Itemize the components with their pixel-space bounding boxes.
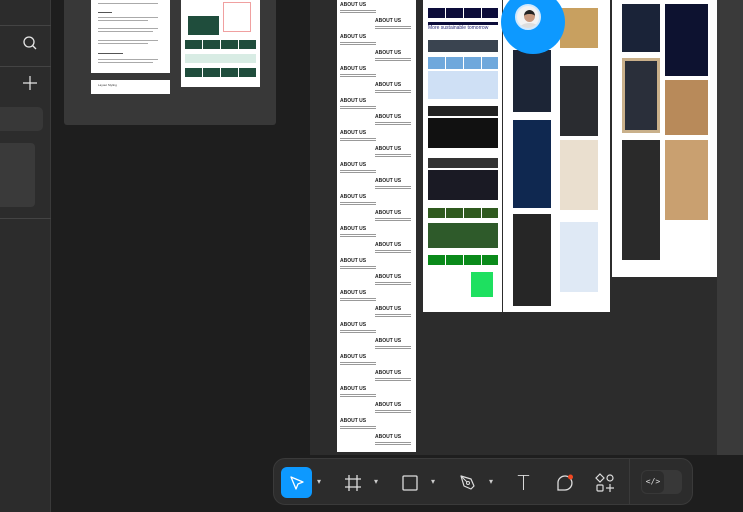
chevron-down-icon[interactable]: ▾: [374, 477, 378, 486]
text-icon: T: [517, 470, 530, 495]
about-us-block: ABOUT US: [340, 162, 380, 173]
about-us-block: ABOUT US: [340, 98, 380, 109]
design-board-3[interactable]: [612, 0, 717, 277]
about-us-heading: ABOUT US: [340, 130, 367, 136]
frame-tool-button[interactable]: [337, 467, 368, 498]
about-us-heading: ABOUT US: [375, 210, 402, 216]
about-us-block: ABOUT US: [375, 82, 415, 93]
about-us-heading: ABOUT US: [375, 370, 402, 376]
slides-sheet[interactable]: [181, 0, 260, 87]
about-us-block: ABOUT US: [340, 130, 380, 141]
avatar-photo: [515, 4, 541, 30]
divider: [0, 25, 51, 26]
about-us-block: ABOUT US: [340, 354, 380, 365]
rectangle-icon: [401, 474, 418, 491]
canvas-section-edge: [717, 0, 743, 455]
about-us-block: ABOUT US: [375, 306, 415, 317]
rectangle-tool-button[interactable]: [394, 467, 425, 498]
about-us-heading: ABOUT US: [375, 18, 402, 24]
layout-styling-note[interactable]: Layout Styling: [91, 80, 170, 94]
divider: [629, 459, 630, 504]
about-us-block: ABOUT US: [340, 226, 380, 237]
about-us-heading: ABOUT US: [340, 322, 367, 328]
about-us-heading: ABOUT US: [340, 258, 367, 264]
about-us-block: ABOUT US: [375, 274, 415, 285]
search-icon[interactable]: [20, 35, 40, 55]
about-us-block: ABOUT US: [340, 418, 380, 429]
about-us-block: ABOUT US: [340, 322, 380, 333]
about-us-block: ABOUT US: [375, 50, 415, 61]
about-us-block: ABOUT US: [375, 370, 415, 381]
comment-tool-button[interactable]: [549, 467, 580, 498]
section-frame[interactable]: Layout Styling: [64, 0, 276, 125]
pen-tool-button[interactable]: [452, 467, 483, 498]
canvas-section[interactable]: ABOUT US ABOUT US ABOUT US ABOUT US ABOUT US…: [310, 0, 743, 455]
about-us-heading: ABOUT US: [375, 306, 402, 312]
actions-tool-button[interactable]: [589, 467, 620, 498]
about-us-block: ABOUT US: [375, 114, 415, 125]
about-us-block: ABOUT US: [340, 34, 380, 45]
about-us-heading: ABOUT US: [375, 114, 402, 120]
about-us-heading: ABOUT US: [375, 338, 402, 344]
left-sidebar: [0, 0, 51, 512]
about-us-heading: ABOUT US: [340, 34, 367, 40]
about-us-block: ABOUT US: [375, 434, 415, 445]
chevron-down-icon[interactable]: ▾: [431, 477, 435, 486]
about-us-heading: ABOUT US: [375, 242, 402, 248]
about-us-heading: ABOUT US: [375, 274, 402, 280]
about-us-block: ABOUT US: [375, 18, 415, 29]
about-us-heading: ABOUT US: [340, 354, 367, 360]
chevron-down-icon[interactable]: ▾: [489, 477, 493, 486]
about-us-heading: ABOUT US: [340, 2, 367, 8]
chevron-down-icon[interactable]: ▾: [317, 477, 321, 486]
comment-icon: [556, 474, 573, 491]
page-row-selected[interactable]: [0, 107, 43, 131]
divider: [0, 218, 51, 219]
about-us-heading: ABOUT US: [340, 418, 367, 424]
shapes-plus-icon: [594, 472, 614, 492]
about-us-heading: ABOUT US: [375, 178, 402, 184]
bottom-toolbar: ▾ ▾ ▾ ▾ T </>: [273, 458, 693, 505]
plus-icon[interactable]: [20, 76, 40, 96]
about-us-block: ABOUT US: [375, 178, 415, 189]
about-us-heading: ABOUT US: [375, 50, 402, 56]
about-us-heading: ABOUT US: [375, 146, 402, 152]
cursor-icon: [289, 475, 304, 490]
frame-icon: [344, 474, 361, 491]
about-us-heading: ABOUT US: [375, 402, 402, 408]
about-us-block: ABOUT US: [340, 258, 380, 269]
about-us-heading: ABOUT US: [340, 290, 367, 296]
text-tool-button[interactable]: T: [508, 467, 539, 498]
note-title: Layout Styling: [98, 83, 117, 87]
about-us-heading: ABOUT US: [340, 162, 367, 168]
about-us-heading: ABOUT US: [340, 386, 367, 392]
about-us-column[interactable]: ABOUT US ABOUT US ABOUT US ABOUT US ABOUT US…: [337, 0, 416, 452]
about-us-heading: ABOUT US: [375, 82, 402, 88]
banner-heading: More sustainable tomorrow: [428, 25, 489, 31]
about-us-block: ABOUT US: [375, 146, 415, 157]
about-us-block: ABOUT US: [375, 338, 415, 349]
divider: [0, 66, 51, 67]
about-us-block: ABOUT US: [340, 66, 380, 77]
about-us-block: ABOUT US: [375, 210, 415, 221]
dev-mode-toggle[interactable]: </>: [641, 470, 682, 494]
about-us-heading: ABOUT US: [340, 226, 367, 232]
about-us-heading: ABOUT US: [375, 434, 402, 440]
about-us-block: ABOUT US: [375, 402, 415, 413]
design-board-1[interactable]: More sustainable tomorrow: [423, 0, 502, 312]
about-us-block: ABOUT US: [340, 194, 380, 205]
move-tool-button[interactable]: [281, 467, 312, 498]
about-us-heading: ABOUT US: [340, 194, 367, 200]
about-us-block: ABOUT US: [375, 242, 415, 253]
about-us-heading: ABOUT US: [340, 66, 367, 72]
about-us-heading: ABOUT US: [340, 98, 367, 104]
about-us-block: ABOUT US: [340, 2, 380, 13]
code-icon: </>: [642, 471, 664, 493]
page-thumbnail[interactable]: [0, 143, 35, 207]
document-page[interactable]: [91, 0, 170, 73]
pen-icon: [459, 474, 475, 490]
about-us-block: ABOUT US: [340, 290, 380, 301]
about-us-block: ABOUT US: [340, 386, 380, 397]
